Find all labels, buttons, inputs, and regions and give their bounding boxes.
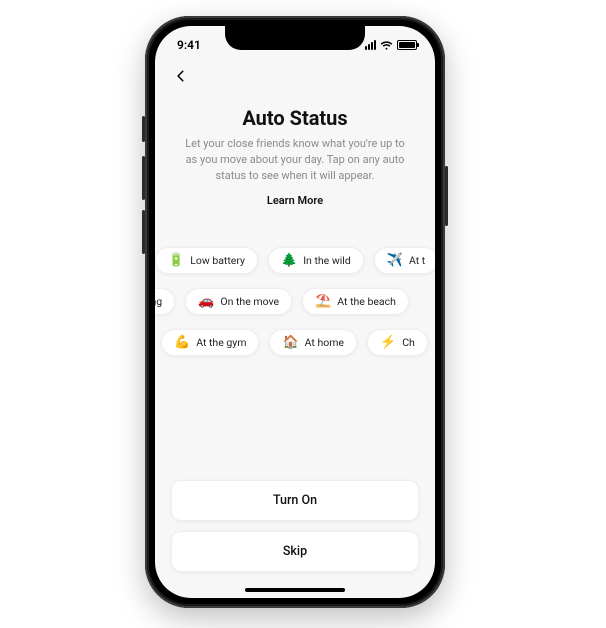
chip-row: 🔋 Low battery 🌲 In the wild ✈️ At t xyxy=(155,247,435,274)
status-right xyxy=(365,40,417,50)
status-chip-at-the-gym[interactable]: 💪 At the gym xyxy=(161,329,259,356)
tree-icon: 🌲 xyxy=(281,254,297,267)
chip-label: On the move xyxy=(220,295,279,308)
airplane-icon: ✈️ xyxy=(387,254,403,267)
chip-label: At the gym xyxy=(196,336,246,349)
status-chip-in-the-wild[interactable]: 🌲 In the wild xyxy=(268,247,364,274)
chip-label: In the wild xyxy=(303,254,351,267)
page-subtitle: Let your close friends know what you're … xyxy=(181,136,409,184)
beach-umbrella-icon: ⛱️ xyxy=(315,295,331,308)
phone-frame: 9:41 Auto Status Let your close friends … xyxy=(145,16,445,608)
chip-label: At the beach xyxy=(337,295,396,308)
cellular-signal-icon xyxy=(365,40,376,50)
side-button xyxy=(142,210,145,254)
chevron-left-icon xyxy=(174,69,188,83)
chip-label: At t xyxy=(409,254,425,267)
back-button[interactable] xyxy=(169,64,193,88)
house-icon: 🏠 xyxy=(282,336,298,349)
home-indicator[interactable] xyxy=(245,588,345,592)
bottom-actions: Turn On Skip xyxy=(155,480,435,590)
chip-row: 💪 At the gym 🏠 At home ⚡ Ch xyxy=(155,329,435,356)
screen: 9:41 Auto Status Let your close friends … xyxy=(155,26,435,598)
side-button xyxy=(142,156,145,200)
lightning-icon: ⚡ xyxy=(380,336,396,349)
notch xyxy=(225,26,365,50)
status-chip-at-home[interactable]: 🏠 At home xyxy=(269,329,357,356)
chip-label: At home xyxy=(305,336,344,349)
status-chip-rows: 🔋 Low battery 🌲 In the wild ✈️ At t xyxy=(155,247,435,356)
chip-label: Ch xyxy=(402,336,415,349)
status-chip-on-the-move[interactable]: 🚗 On the move xyxy=(185,288,292,315)
low-battery-icon: 🔋 xyxy=(168,254,184,267)
flexed-biceps-icon: 💪 xyxy=(174,336,190,349)
side-button xyxy=(142,116,145,142)
wifi-icon xyxy=(380,40,393,50)
status-chip-at-the-airport[interactable]: ✈️ At t xyxy=(374,247,435,274)
status-time: 9:41 xyxy=(177,38,201,52)
page-title: Auto Status xyxy=(171,106,419,130)
content: Auto Status Let your close friends know … xyxy=(155,98,435,598)
car-icon: 🚗 xyxy=(198,295,214,308)
chip-row: ping 🚗 On the move ⛱️ At the beach xyxy=(155,288,435,315)
skip-button[interactable]: Skip xyxy=(171,531,419,572)
chip-label: ping xyxy=(155,295,162,308)
side-button xyxy=(445,166,448,226)
status-chip-at-the-beach[interactable]: ⛱️ At the beach xyxy=(302,288,409,315)
status-chip-low-battery[interactable]: 🔋 Low battery xyxy=(155,247,258,274)
status-chip-partial-left[interactable]: ping xyxy=(155,288,175,315)
status-chip-charging[interactable]: ⚡ Ch xyxy=(367,329,428,356)
chip-label: Low battery xyxy=(190,254,245,267)
turn-on-button[interactable]: Turn On xyxy=(171,480,419,521)
learn-more-link[interactable]: Learn More xyxy=(155,194,435,207)
battery-icon xyxy=(397,40,417,50)
